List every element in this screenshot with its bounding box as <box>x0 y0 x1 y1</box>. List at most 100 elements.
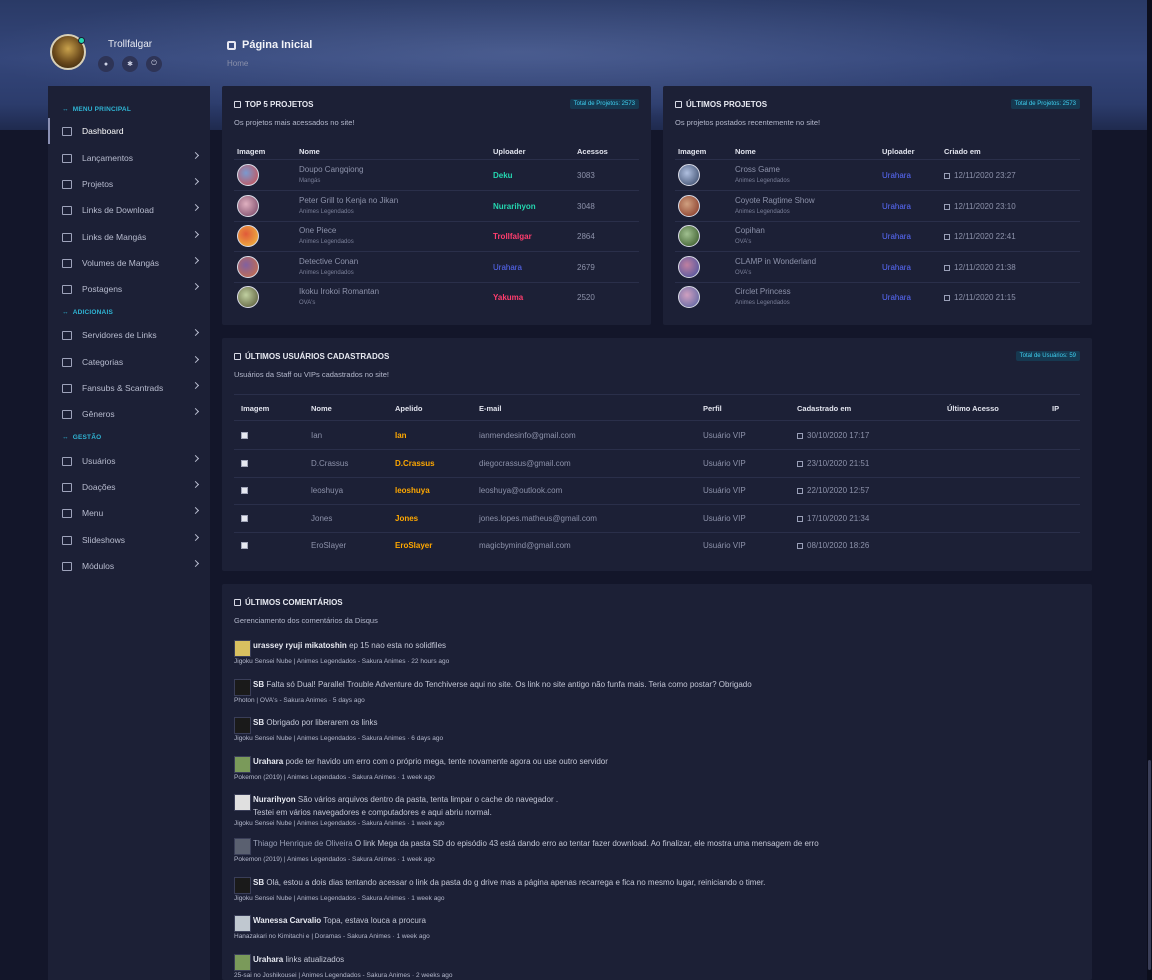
table-row[interactable]: CLAMP in Wonderland OVA's Urahara 12/11/202… <box>663 252 1092 283</box>
gear-icon[interactable]: ✱ <box>122 56 138 72</box>
comment-author[interactable]: urassey ryuji mikatoshin <box>253 641 347 650</box>
uploader-name[interactable]: Yakuma <box>493 293 523 302</box>
project-name[interactable]: Ikoku Irokoi Romantan <box>299 287 379 296</box>
sidebar-item-usu-rios[interactable]: Usuários <box>48 448 210 474</box>
sidebar-item-projetos[interactable]: Projetos <box>48 171 210 197</box>
sidebar-item-fansubs-scantrads[interactable]: Fansubs & Scantrads <box>48 375 210 401</box>
comment-meta[interactable]: Hanazakari no Kimitachi e | Doramas - Sa… <box>234 933 430 940</box>
uploader-name[interactable]: Deku <box>493 171 513 180</box>
sidebar-item-postagens[interactable]: Postagens <box>48 276 210 302</box>
comment-item[interactable]: SB Olá, estou a dois dias tentando acess… <box>234 877 1074 911</box>
comment-author[interactable]: Urahara <box>253 757 283 766</box>
comment-item[interactable]: Urahara links atualizados 25-sai no Joshi… <box>234 954 1074 980</box>
comment-meta[interactable]: Jigoku Sensei Nube | Animes Legendados -… <box>234 895 445 902</box>
sidebar-item-volumes-de-mang-s[interactable]: Volumes de Mangás <box>48 250 210 276</box>
table-row[interactable]: Coyote Ragtime Show Animes Legendados Urah… <box>663 191 1092 222</box>
uploader-name[interactable]: Urahara <box>882 232 911 241</box>
comment-author[interactable]: SB <box>253 718 264 727</box>
table-row[interactable]: Jones Jones jones.lopes.matheus@gmail.com U… <box>222 505 1092 533</box>
comment-meta[interactable]: Jigoku Sensei Nube | Animes Legendados -… <box>234 658 449 665</box>
project-name[interactable]: Doupo Cangqiong <box>299 165 364 174</box>
project-name[interactable]: Circlet Princess <box>735 287 791 296</box>
user-nickname[interactable]: Jones <box>395 514 418 523</box>
sidebar-item-label: Projetos <box>82 179 114 189</box>
sidebar-section-label: ↔ ADICIONAIS <box>62 309 113 316</box>
comment-author[interactable]: Nurarihyon <box>253 795 296 804</box>
table-row[interactable]: Doupo Cangqiong Mangás Deku 3083 <box>222 160 651 191</box>
user-icon[interactable]: ● <box>98 56 114 72</box>
table-row[interactable]: Peter Grill to Kenja no Jikan Animes Lege… <box>222 191 651 222</box>
sidebar-item-links-de-mang-s[interactable]: Links de Mangás <box>48 224 210 250</box>
table-row[interactable]: EroSlayer EroSlayer magicbymind@gmail.com U… <box>222 532 1092 559</box>
table-row[interactable]: D.Crassus D.Crassus diegocrassus@gmail.com… <box>222 450 1092 478</box>
table-row[interactable]: Circlet Princess Animes Legendados Urahara… <box>663 282 1092 312</box>
sidebar-item-g-neros[interactable]: Gêneros <box>48 401 210 427</box>
sidebar-item-m-dulos[interactable]: Módulos <box>48 553 210 579</box>
table-row[interactable]: Detective Conan Animes Legendados Urahara 2… <box>222 252 651 283</box>
user-nickname[interactable]: leoshuya <box>395 486 430 495</box>
sidebar-item-categorias[interactable]: Categorias <box>48 349 210 375</box>
sidebar-item-lan-amentos[interactable]: Lançamentos <box>48 145 210 171</box>
user-avatar <box>241 487 248 494</box>
uploader-name[interactable]: Urahara <box>882 202 911 211</box>
comment-item[interactable]: SB Falta só Dual! Parallel Trouble Adven… <box>234 679 1074 713</box>
project-name[interactable]: One Piece <box>299 226 336 235</box>
comment-meta[interactable]: Photon | OVA's - Sakura Animes · 5 days … <box>234 697 365 704</box>
comment-meta[interactable]: 25-sai no Joshikousei | Animes Legendado… <box>234 972 452 979</box>
home-icon <box>227 40 236 50</box>
comment-item[interactable]: Urahara pode ter havido um erro com o pr… <box>234 756 1074 790</box>
comment-author[interactable]: Thiago Henrique de Oliveira <box>253 839 353 848</box>
uploader-name[interactable]: Nurarihyon <box>493 202 536 211</box>
table-row[interactable]: Copihan OVA's Urahara 12/11/2020 22:41 <box>663 221 1092 253</box>
sidebar-item-doa-es[interactable]: Doações <box>48 474 210 500</box>
comment-item[interactable]: Thiago Henrique de Oliveira O link Mega … <box>234 838 1074 872</box>
project-name[interactable]: Cross Game <box>735 165 780 174</box>
project-name[interactable]: Copihan <box>735 226 765 235</box>
uploader-name[interactable]: Trollfalgar <box>493 232 532 241</box>
sidebar-item-slideshows[interactable]: Slideshows <box>48 527 210 553</box>
uploader-name[interactable]: Urahara <box>882 263 911 272</box>
breadcrumb[interactable]: Home <box>227 59 248 68</box>
sidebar-item-links-de-download[interactable]: Links de Download <box>48 197 210 223</box>
user-nickname[interactable]: EroSlayer <box>395 541 432 550</box>
avatar[interactable] <box>50 34 86 70</box>
sidebar-item-servidores-de-links[interactable]: Servidores de Links <box>48 322 210 348</box>
comment-item[interactable]: Nurarihyon São vários arquivos dentro da… <box>234 794 1074 828</box>
table-row[interactable]: Ian Ian ianmendesinfo@gmail.com Usuário VIP… <box>222 422 1092 450</box>
comment-meta[interactable]: Jigoku Sensei Nube | Animes Legendados -… <box>234 820 445 827</box>
comment-meta[interactable]: Pokemon (2019) | Animes Legendados - Sak… <box>234 774 435 781</box>
table-row[interactable]: leoshuya leoshuya leoshuya@outlook.com Usuá… <box>222 477 1092 505</box>
access-count: 2679 <box>577 262 595 272</box>
comment-author[interactable]: Wanessa Carvalio <box>253 916 321 925</box>
comment-meta[interactable]: Jigoku Sensei Nube | Animes Legendados -… <box>234 735 443 742</box>
uploader-name[interactable]: Urahara <box>882 171 911 180</box>
project-name[interactable]: Peter Grill to Kenja no Jikan <box>299 196 398 205</box>
table-row[interactable]: One Piece Animes Legendados Trollfalgar 286… <box>222 221 651 253</box>
power-icon[interactable]: ⏻ <box>146 56 162 72</box>
project-name[interactable]: Detective Conan <box>299 257 358 266</box>
comment-text-line: SB Olá, estou a dois dias tentando acess… <box>253 878 765 887</box>
comment-meta[interactable]: Pokemon (2019) | Animes Legendados - Sak… <box>234 856 435 863</box>
table-row[interactable]: Cross Game Animes Legendados Urahara 12/11/… <box>663 160 1092 191</box>
sidebar-item-menu[interactable]: Menu <box>48 500 210 526</box>
user-nickname[interactable]: Ian <box>395 431 407 440</box>
sidebar-item-dashboard[interactable]: Dashboard <box>48 118 210 144</box>
comment-item[interactable]: SB Obrigado por liberarem os links Jigoku… <box>234 717 1074 751</box>
project-name[interactable]: CLAMP in Wonderland <box>735 257 816 266</box>
comment-item[interactable]: Wanessa Carvalio Topa, estava louca a pr… <box>234 915 1074 949</box>
column-header: Acessos <box>577 147 608 156</box>
comment-author[interactable]: SB <box>253 680 264 689</box>
uploader-name[interactable]: Urahara <box>493 263 522 272</box>
list-icon <box>62 357 72 367</box>
created-date-text: 12/11/2020 21:15 <box>954 293 1016 303</box>
comment-item[interactable]: urassey ryuji mikatoshin ep 15 nao esta … <box>234 640 1074 674</box>
comment-author[interactable]: Urahara <box>253 955 283 964</box>
scrollbar[interactable] <box>1147 0 1152 980</box>
column-header: E-mail <box>479 404 502 413</box>
uploader-name[interactable]: Urahara <box>882 293 911 302</box>
scrollbar-thumb[interactable] <box>1148 760 1151 970</box>
user-nickname[interactable]: D.Crassus <box>395 459 435 468</box>
project-name[interactable]: Coyote Ragtime Show <box>735 196 815 205</box>
comment-author[interactable]: SB <box>253 878 264 887</box>
table-row[interactable]: Ikoku Irokoi Romantan OVA's Yakuma 2520 <box>222 282 651 312</box>
